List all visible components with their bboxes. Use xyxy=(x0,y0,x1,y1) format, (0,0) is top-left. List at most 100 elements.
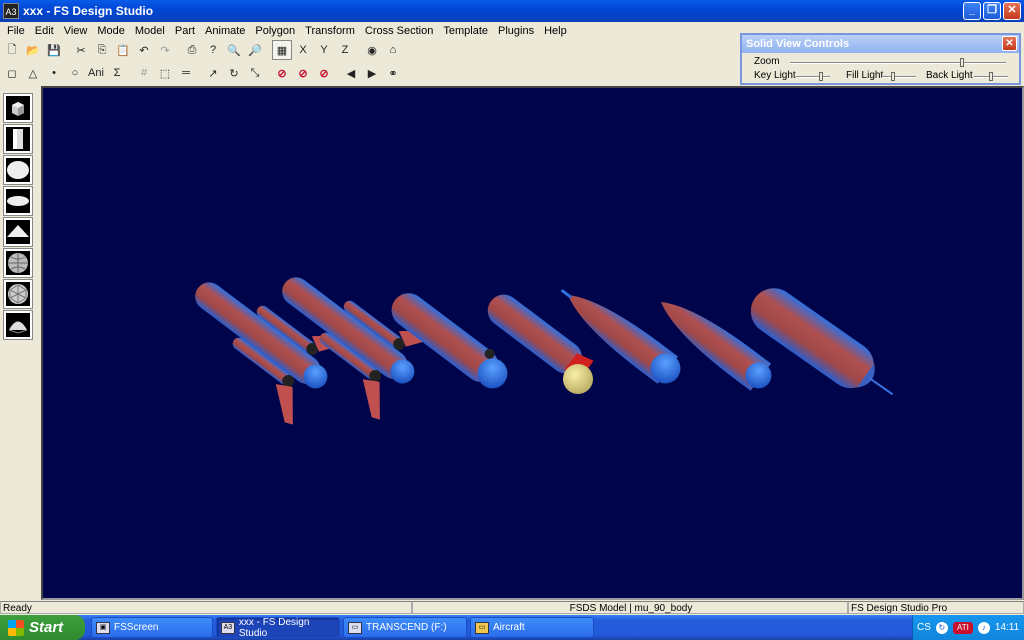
taskbar-item-aircraft[interactable]: ▭ Aircraft xyxy=(470,617,594,638)
home-view-icon[interactable]: ⌂ xyxy=(383,40,403,60)
app-icon[interactable]: A3 xyxy=(3,3,19,19)
status-model: FSDS Model | mu_90_body xyxy=(412,601,848,614)
numbers-icon[interactable]: # xyxy=(134,63,154,83)
new-icon[interactable]: 🗋 xyxy=(2,40,22,60)
close-icon[interactable]: ✕ xyxy=(1002,36,1017,51)
menu-model[interactable]: Model xyxy=(130,25,170,37)
zoom-slider-thumb[interactable] xyxy=(959,58,964,67)
axis-y-icon[interactable]: Y xyxy=(314,40,334,60)
solid-view-controls-panel: Solid View Controls ✕ Zoom Key Light Fil… xyxy=(740,33,1021,85)
menu-help[interactable]: Help xyxy=(539,25,572,37)
cone-icon[interactable] xyxy=(3,217,33,247)
binoculars-icon[interactable]: ⚭ xyxy=(383,63,403,83)
status-ready: Ready xyxy=(0,601,412,614)
menu-animate[interactable]: Animate xyxy=(200,25,250,37)
cube-icon[interactable] xyxy=(3,93,33,123)
menu-mode[interactable]: Mode xyxy=(92,25,130,37)
model-large-body-7[interactable] xyxy=(742,279,906,413)
geosphere-icon[interactable] xyxy=(3,279,33,309)
menu-part[interactable]: Part xyxy=(170,25,200,37)
maximize-button[interactable]: ❐ xyxy=(983,2,1001,20)
minimize-button[interactable]: _ xyxy=(963,2,981,20)
fill-light-slider[interactable] xyxy=(882,72,916,81)
animation-icon[interactable]: Ani xyxy=(86,63,106,83)
redo-icon[interactable]: ↷ xyxy=(155,40,175,60)
cylinder-icon[interactable] xyxy=(3,124,33,154)
windows-logo-icon xyxy=(8,619,24,636)
print-icon[interactable]: ⎙ xyxy=(182,40,202,60)
grid-icon[interactable]: ▦ xyxy=(272,40,292,60)
sum-icon[interactable]: Σ xyxy=(107,63,127,83)
globe-icon[interactable] xyxy=(3,248,33,278)
status-bar: Ready FSDS Model | mu_90_body FS Design … xyxy=(0,600,1024,615)
cut-icon[interactable]: ✂ xyxy=(71,40,91,60)
solid-view-controls-header[interactable]: Solid View Controls ✕ xyxy=(742,35,1019,53)
triangle-icon[interactable]: △ xyxy=(23,63,43,83)
dome-icon[interactable] xyxy=(3,310,33,340)
zoom-label: Zoom xyxy=(754,56,780,67)
menu-edit[interactable]: Edit xyxy=(30,25,59,37)
title-bar: A3 xxx - FS Design Studio _ ❐ ✕ xyxy=(0,0,1024,22)
menu-polygon[interactable]: Polygon xyxy=(250,25,300,37)
window-title: xxx - FS Design Studio xyxy=(23,4,154,18)
zoom-in-icon[interactable]: 🔍 xyxy=(224,40,244,60)
help-icon[interactable]: ? xyxy=(203,40,223,60)
start-button[interactable]: Start xyxy=(0,615,85,640)
network-icon[interactable]: ↻ xyxy=(935,621,948,634)
zoom-slider[interactable] xyxy=(790,58,1006,67)
next-icon[interactable]: ▶ xyxy=(362,63,382,83)
no-move-icon[interactable]: ⊘ xyxy=(272,63,292,83)
prev-icon[interactable]: ◀ xyxy=(341,63,361,83)
open-icon[interactable]: 📂 xyxy=(23,40,43,60)
solid-view-viewport[interactable] xyxy=(41,86,1024,600)
language-indicator[interactable]: CS xyxy=(917,622,931,633)
key-light-slider[interactable] xyxy=(796,72,830,81)
ati-icon[interactable]: ATI xyxy=(952,621,973,634)
key-light-slider-thumb[interactable] xyxy=(818,72,823,81)
axis-z-icon[interactable]: Z xyxy=(335,40,355,60)
point-icon[interactable]: • xyxy=(44,63,64,83)
solid-view-controls-title: Solid View Controls xyxy=(746,38,850,50)
edit-toolbar: ◻ △ • ○ Ani Σ # ⬚ ═ ↗ ↻ ⤡ ⊘ ⊘ ⊘ ◀ ▶ ⚭ xyxy=(2,62,404,84)
fill-light-slider-thumb[interactable] xyxy=(891,72,895,81)
back-light-slider-thumb[interactable] xyxy=(989,72,993,81)
circle-icon[interactable]: ○ xyxy=(65,63,85,83)
sphere-icon[interactable] xyxy=(3,155,33,185)
taskbar-item-transcend[interactable]: ▭ TRANSCEND (F:) xyxy=(343,617,467,638)
taskbar-item-fsscreen[interactable]: ▣ FSScreen xyxy=(91,617,213,638)
scale-icon[interactable]: ⤡ xyxy=(245,63,265,83)
clock[interactable]: 14:11 xyxy=(995,622,1019,633)
menu-cross-section[interactable]: Cross Section xyxy=(360,25,438,37)
taskbar-item-label: TRANSCEND (F:) xyxy=(366,622,447,633)
select-icon[interactable]: ◻ xyxy=(2,63,22,83)
undo-icon[interactable]: ↶ xyxy=(134,40,154,60)
taskbar-item-fs-design-studio[interactable]: A3 xxx - FS Design Studio xyxy=(216,616,340,639)
paste-icon[interactable]: 📋 xyxy=(113,40,133,60)
no-scale-icon[interactable]: ⊘ xyxy=(314,63,334,83)
zoom-out-icon[interactable]: 🔎 xyxy=(245,40,265,60)
shape-palette xyxy=(0,86,40,600)
back-light-slider[interactable] xyxy=(974,72,1008,81)
rotate-icon[interactable]: ↻ xyxy=(224,63,244,83)
menu-template[interactable]: Template xyxy=(438,25,493,37)
close-button[interactable]: ✕ xyxy=(1003,2,1021,20)
copy-icon[interactable]: ⎘ xyxy=(92,40,112,60)
axis-x-icon[interactable]: X xyxy=(293,40,313,60)
ellipsoid-icon[interactable] xyxy=(3,186,33,216)
taskbar-item-label: xxx - FS Design Studio xyxy=(238,616,310,639)
menu-view[interactable]: View xyxy=(59,25,93,37)
taskbar-item-label: FSScreen xyxy=(114,622,159,633)
marquee-icon[interactable]: ⬚ xyxy=(155,63,175,83)
menu-file[interactable]: File xyxy=(2,25,30,37)
taskbar-item-label: Aircraft xyxy=(493,622,525,633)
save-icon[interactable]: 💾 xyxy=(44,40,64,60)
volume-icon[interactable]: ♪ xyxy=(977,621,990,634)
back-light-label: Back Light xyxy=(926,70,973,81)
solid-view-icon[interactable]: ◉ xyxy=(362,40,382,60)
arrow-icon[interactable]: ↗ xyxy=(203,63,223,83)
folder-icon: ▭ xyxy=(475,621,489,634)
menu-transform[interactable]: Transform xyxy=(300,25,360,37)
menu-plugins[interactable]: Plugins xyxy=(493,25,539,37)
no-rotate-icon[interactable]: ⊘ xyxy=(293,63,313,83)
ruler-icon[interactable]: ═ xyxy=(176,63,196,83)
